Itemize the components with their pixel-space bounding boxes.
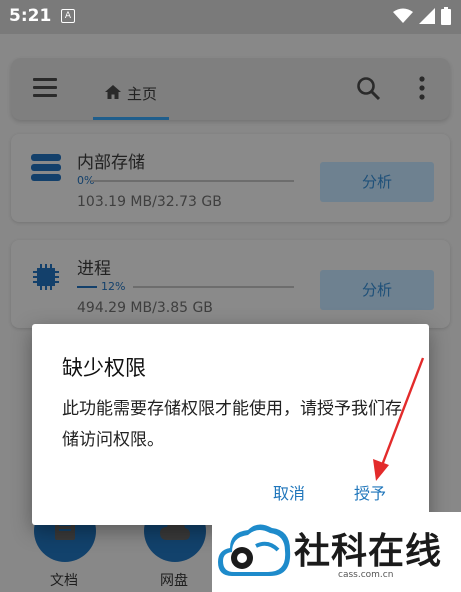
storage-progress-bar	[91, 180, 294, 182]
notification-icon: A	[61, 9, 75, 23]
watermark-title: 社科在线	[294, 531, 443, 572]
process-card[interactable]: 进程 12% 494.29 MB/3.85 GB 分析	[11, 240, 450, 328]
dialog-title: 缺少权限	[62, 356, 146, 380]
process-title: 进程	[77, 259, 111, 279]
process-size: 494.29 MB/3.85 GB	[77, 300, 213, 316]
more-options-icon[interactable]	[418, 76, 426, 100]
tab-indicator	[93, 117, 169, 120]
tab-home-label: 主页	[127, 85, 158, 103]
storage-analyze-button[interactable]: 分析	[320, 162, 434, 202]
logo-icon	[218, 524, 291, 576]
home-icon	[105, 85, 121, 99]
status-icons	[393, 7, 451, 25]
dialog-message: 此功能需要存储权限才能使用，请授予我们存储访问权限。	[62, 399, 402, 450]
process-progress-bar	[133, 286, 294, 288]
category-cloud-label: 网盘	[160, 573, 188, 589]
storage-size: 103.19 MB/32.73 GB	[77, 194, 222, 210]
app-bar: 主页	[11, 58, 450, 120]
storage-icon	[31, 154, 61, 181]
process-analyze-button[interactable]: 分析	[320, 270, 434, 310]
chip-icon	[33, 264, 59, 290]
status-time: 5:21	[9, 6, 52, 26]
storage-card[interactable]: 内部存储 0% 103.19 MB/32.73 GB 分析	[11, 134, 450, 222]
status-bar: 5:21 A	[0, 0, 461, 34]
cancel-button[interactable]: 取消	[273, 480, 305, 504]
storage-title: 内部存储	[77, 153, 145, 173]
menu-icon[interactable]	[33, 78, 57, 98]
battery-icon	[441, 7, 451, 25]
watermark: 社科在线 cass.com.cn	[212, 512, 461, 592]
signal-icon	[419, 8, 435, 24]
annotation-arrow	[373, 357, 425, 481]
search-icon[interactable]	[356, 76, 382, 102]
tab-home[interactable]: 主页	[93, 76, 169, 120]
process-progress-fill	[77, 286, 97, 288]
category-documents-label: 文档	[50, 573, 78, 589]
watermark-subtitle: cass.com.cn	[338, 570, 394, 580]
process-percent: 12%	[101, 280, 126, 293]
wifi-icon	[393, 8, 413, 23]
